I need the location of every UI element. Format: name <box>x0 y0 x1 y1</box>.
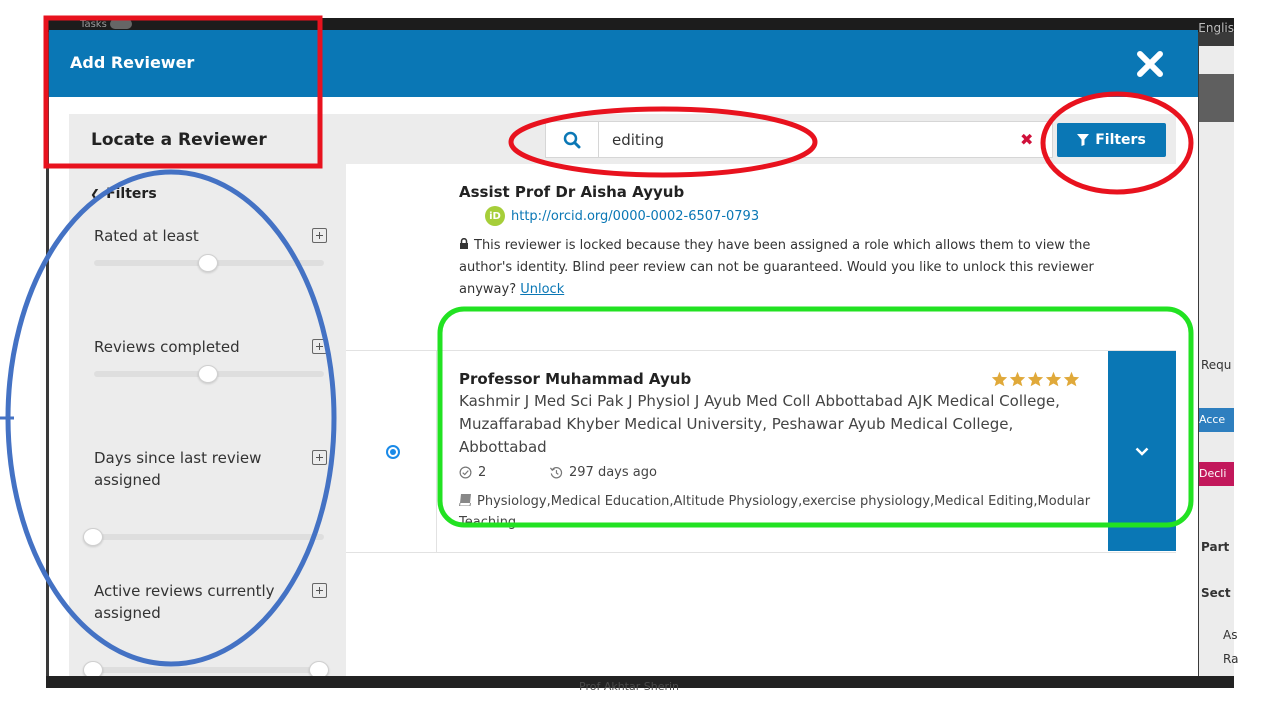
reviewer-affiliation: Kashmir J Med Sci Pak J Physiol J Ayub M… <box>459 392 1060 456</box>
background-right-panel: Requ Acce Decli Part Sect As Ra <box>1199 46 1238 688</box>
tasks-count-badge <box>109 19 132 29</box>
slider-thumb[interactable] <box>198 365 218 383</box>
orcid-url[interactable]: http://orcid.org/0000-0002-6507-0793 <box>511 209 759 224</box>
background-text-as: As <box>1223 628 1238 642</box>
filters-sidebar: ❮ Filters Rated at least Reviews complete… <box>69 164 346 676</box>
plus-square-icon[interactable] <box>312 450 327 465</box>
star-icon <box>1045 371 1062 387</box>
plus-square-icon[interactable] <box>312 339 327 354</box>
reviewer-name: Professor Muhammad Ayub <box>459 370 692 388</box>
last-review-value: 297 days ago <box>569 465 657 480</box>
book-icon <box>458 494 471 507</box>
plus-square-icon[interactable] <box>312 228 327 243</box>
background-text-part: Part <box>1201 540 1230 554</box>
language-label[interactable]: Englis <box>1198 21 1234 35</box>
clear-search-button[interactable]: ✖ <box>1020 130 1033 149</box>
filter-reviews-completed: Reviews completed <box>94 336 344 383</box>
filter-active-reviews: Active reviews currently assigned <box>83 580 344 676</box>
modal-header: Add Reviewer <box>49 30 1198 97</box>
row-divider <box>346 350 1176 351</box>
star-icon <box>1027 371 1044 387</box>
slide-caption: Prof Akhtar Sherin <box>579 680 680 693</box>
column-divider <box>436 350 437 552</box>
slider-thumb[interactable] <box>83 528 103 546</box>
days-since-slider[interactable] <box>83 528 324 546</box>
filters-button[interactable]: Filters <box>1057 123 1166 157</box>
star-icon <box>1063 371 1080 387</box>
tasks-label[interactable]: Tasks <box>80 19 132 30</box>
reviewer-list: Assist Prof Dr Aisha Ayyub iD http://orc… <box>346 164 1176 676</box>
expand-reviewer-button[interactable] <box>1108 351 1176 551</box>
modal-title: Add Reviewer <box>70 53 195 72</box>
background-text-sect: Sect <box>1201 586 1231 600</box>
orcid-link[interactable]: iD http://orcid.org/0000-0002-6507-0793 <box>485 206 759 226</box>
select-reviewer-radio[interactable] <box>386 445 400 459</box>
filters-sidebar-title-text: Filters <box>106 186 157 202</box>
filter-funnel-icon <box>1077 134 1090 146</box>
reviewer-interests: Physiology,Medical Education,Altitude Ph… <box>458 491 1099 533</box>
row-divider <box>346 552 1176 553</box>
last-review-days: 297 days ago <box>549 465 657 480</box>
reviews-completed-count: 2 <box>459 465 486 480</box>
orcid-icon: iD <box>485 206 505 226</box>
filter-days-since-last-review: Days since last review assigned <box>83 447 344 546</box>
search-input[interactable] <box>612 129 992 151</box>
close-button[interactable] <box>1133 49 1167 79</box>
background-text-ra: Ra <box>1223 652 1239 666</box>
filter-label: Reviews completed <box>94 338 240 356</box>
unlock-link[interactable]: Unlock <box>520 282 564 297</box>
plus-square-icon[interactable] <box>312 583 327 598</box>
history-icon <box>549 467 563 479</box>
close-icon <box>1137 51 1163 77</box>
locate-reviewer-title: Locate a Reviewer <box>91 130 267 150</box>
reviewer-interests-text: Physiology,Medical Education,Altitude Ph… <box>459 494 1091 530</box>
background-text-requ: Requ <box>1201 358 1232 372</box>
filter-label: Days since last review assigned <box>94 449 262 489</box>
reviewer-name: Assist Prof Dr Aisha Ayyub <box>459 183 685 201</box>
filter-label: Rated at least <box>94 227 199 245</box>
background-button-acce[interactable]: Acce <box>1199 408 1234 432</box>
star-icon <box>991 371 1008 387</box>
filter-label: Active reviews currently assigned <box>94 582 275 622</box>
locate-reviewer-toolbar: Locate a Reviewer ✖ Filters <box>69 114 1176 164</box>
rating-slider[interactable] <box>94 254 324 272</box>
slider-thumb-min[interactable] <box>83 661 103 676</box>
search-box: ✖ <box>545 121 1053 158</box>
screenshot: Tasks Englis Requ Acce Decli Part Sect A… <box>0 0 1280 720</box>
reviews-completed-slider[interactable] <box>94 365 324 383</box>
chevron-down-icon <box>1135 447 1149 456</box>
reviews-completed-value: 2 <box>478 465 487 480</box>
background-header-block <box>1199 74 1234 122</box>
slider-thumb[interactable] <box>198 254 218 272</box>
filters-sidebar-title[interactable]: ❮ Filters <box>90 186 157 202</box>
filters-button-label: Filters <box>1095 132 1146 148</box>
lock-icon <box>460 237 468 249</box>
search-button[interactable] <box>546 122 599 157</box>
add-reviewer-modal: Add Reviewer Locate a Reviewer ✖ <box>49 30 1198 676</box>
star-icon <box>1009 371 1026 387</box>
collapse-chevron-icon: ❮ <box>90 187 101 201</box>
slider-thumb-max[interactable] <box>309 661 329 676</box>
rating-stars <box>991 371 1080 387</box>
active-reviews-slider[interactable] <box>83 661 329 676</box>
search-icon <box>563 131 581 148</box>
locked-message: This reviewer is locked because they hav… <box>459 235 1109 301</box>
check-circle-icon <box>459 466 472 479</box>
background-button-decli[interactable]: Decli <box>1199 462 1234 486</box>
filter-rated-at-least: Rated at least <box>94 225 344 272</box>
